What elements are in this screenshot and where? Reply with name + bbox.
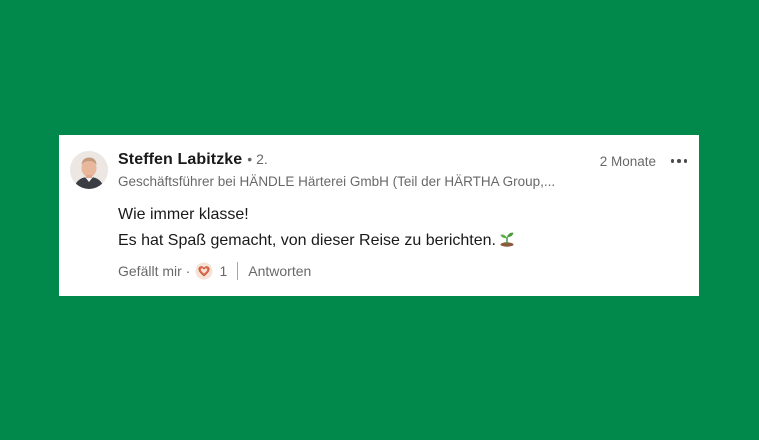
- comment-timestamp: 2 Monate: [599, 154, 656, 169]
- comment-body: Wie immer klasse! Es hat Spaß gemacht, v…: [118, 202, 516, 254]
- reply-button[interactable]: Antworten: [248, 263, 311, 279]
- avatar[interactable]: [70, 151, 108, 189]
- heart-icon[interactable]: [195, 262, 213, 280]
- comment-actions: Gefällt mir · 1 Antworten: [118, 260, 311, 282]
- ellipsis-icon: [670, 159, 675, 163]
- comment-line-1: Wie immer klasse!: [118, 206, 249, 223]
- more-options-button[interactable]: [669, 153, 689, 169]
- like-button[interactable]: Gefällt mir: [118, 263, 182, 279]
- author-name[interactable]: Steffen Labitzke: [118, 151, 242, 169]
- connection-degree: • 2.: [247, 151, 268, 167]
- action-divider: [237, 262, 239, 280]
- comment-line-2: Es hat Spaß gemacht, von dieser Reise zu…: [118, 228, 516, 254]
- reaction-count[interactable]: 1: [219, 263, 227, 279]
- author-row: Steffen Labitzke • 2.: [118, 151, 268, 173]
- author-headline: Geschäftsführer bei HÄNDLE Härterei GmbH…: [118, 174, 556, 189]
- comment-card: Steffen Labitzke • 2. Geschäftsführer be…: [59, 135, 699, 296]
- comment-line-2-text: Es hat Spaß gemacht, von dieser Reise zu…: [118, 232, 496, 249]
- separator-dot: ·: [185, 263, 191, 279]
- seedling-icon: [500, 232, 514, 247]
